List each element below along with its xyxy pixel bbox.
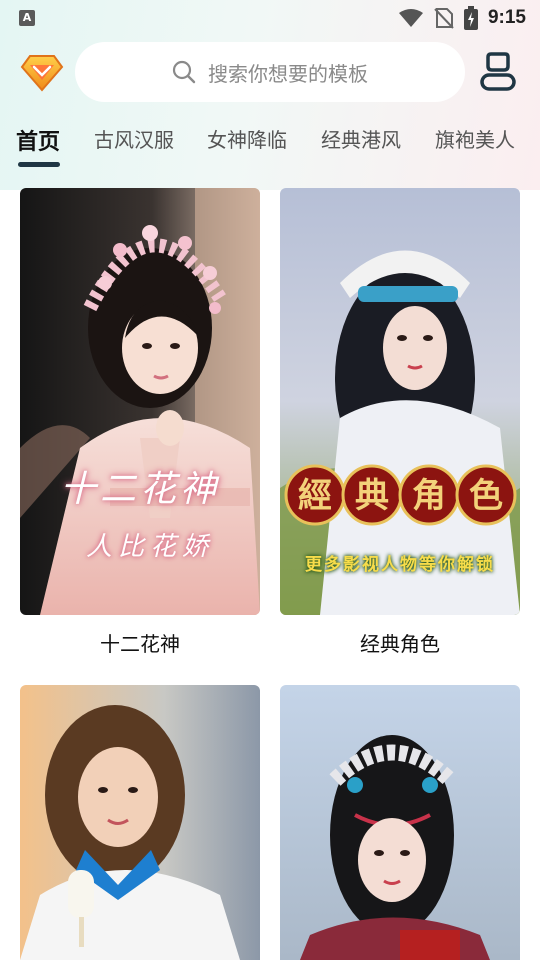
overlay-title-1: 十二花神 [59, 469, 220, 510]
portrait-illustration-4 [280, 685, 520, 960]
no-sim-icon [434, 8, 454, 29]
tab-home[interactable]: 首页 [16, 124, 60, 156]
overlay-char-3: 角 [412, 476, 446, 516]
template-thumbnail-2[interactable]: 經 典 角 色 更多影视人物等你解锁 [280, 188, 520, 615]
user-profile-icon[interactable] [478, 50, 518, 94]
tab-hanfu[interactable]: 古风汉服 [94, 124, 174, 153]
status-right-group: 9:15 [398, 6, 526, 30]
tab-hk-style[interactable]: 经典港风 [321, 124, 401, 153]
overlay-char-1: 經 [298, 476, 332, 516]
category-tabs: 首页 古风汉服 女神降临 经典港风 旗袍美人 [0, 120, 540, 170]
template-thumbnail-3[interactable] [20, 685, 260, 960]
overlay-char-4: 色 [469, 476, 503, 516]
tab-goddess[interactable]: 女神降临 [207, 124, 287, 153]
template-thumbnail-4[interactable] [280, 685, 520, 960]
template-title-1: 十二花神 [100, 632, 180, 656]
search-placeholder: 搜索你想要的模板 [208, 61, 368, 86]
battery-charging-icon [463, 6, 478, 30]
status-bar: A 9:15 [0, 0, 540, 36]
template-thumbnail-1[interactable]: 十二花神 人比花娇 [20, 188, 260, 615]
template-title-2: 经典角色 [360, 632, 440, 656]
overlay-subtitle-2: 更多影视人物等你解锁 [305, 555, 495, 575]
overlay-char-2: 典 [355, 476, 389, 516]
search-icon [172, 60, 196, 84]
search-input[interactable]: 搜索你想要的模板 [75, 42, 465, 102]
overlay-chars-2: 經 典 角 色 [280, 468, 520, 524]
diamond-badge-icon[interactable] [20, 50, 64, 94]
status-time: 9:15 [487, 7, 526, 28]
active-tab-indicator [18, 162, 60, 167]
tab-qipao[interactable]: 旗袍美人 [435, 124, 515, 153]
portrait-illustration-3 [20, 685, 260, 960]
overlay-subtitle-1: 人比花娇 [85, 532, 214, 562]
top-header: 搜索你想要的模板 [0, 42, 540, 102]
notification-a-icon: A [19, 10, 35, 26]
wifi-icon [398, 9, 423, 27]
